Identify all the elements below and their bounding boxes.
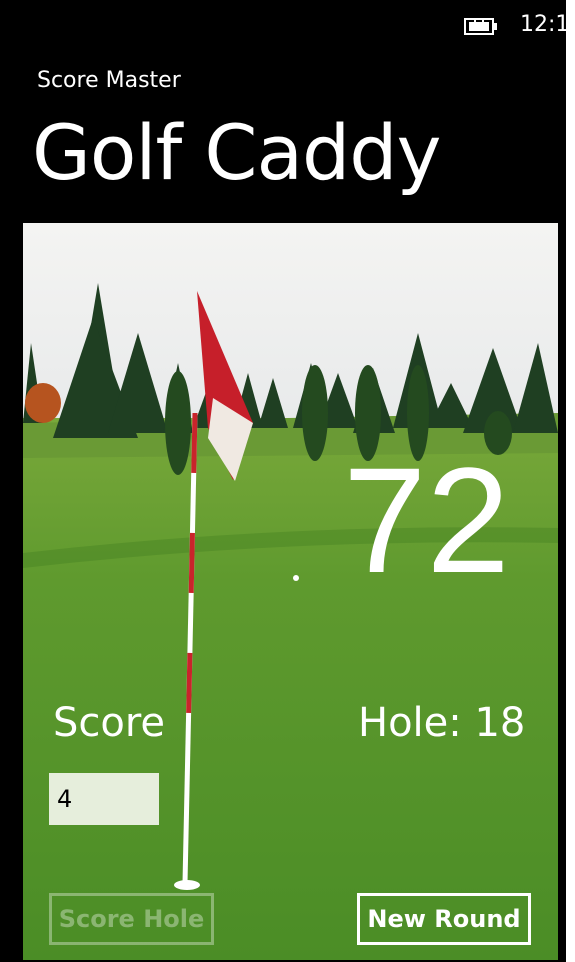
right-edge-strip [566,0,575,962]
battery-charging-icon [464,18,497,35]
app-name: Score Master [37,68,181,93]
score-input[interactable] [49,773,159,825]
page-title: Golf Caddy [32,108,442,197]
new-round-button[interactable]: New Round [357,893,531,945]
status-bar: 12:14 [8,0,566,48]
score-label: Score [53,700,166,746]
status-time: 12:14 [520,12,566,37]
phone-screen: 12:14 Score Master Golf Caddy [8,0,566,962]
total-score-display: 72 [343,436,510,604]
score-hole-button[interactable]: Score Hole [49,893,214,945]
hole-label: Hole: 18 [358,700,526,746]
